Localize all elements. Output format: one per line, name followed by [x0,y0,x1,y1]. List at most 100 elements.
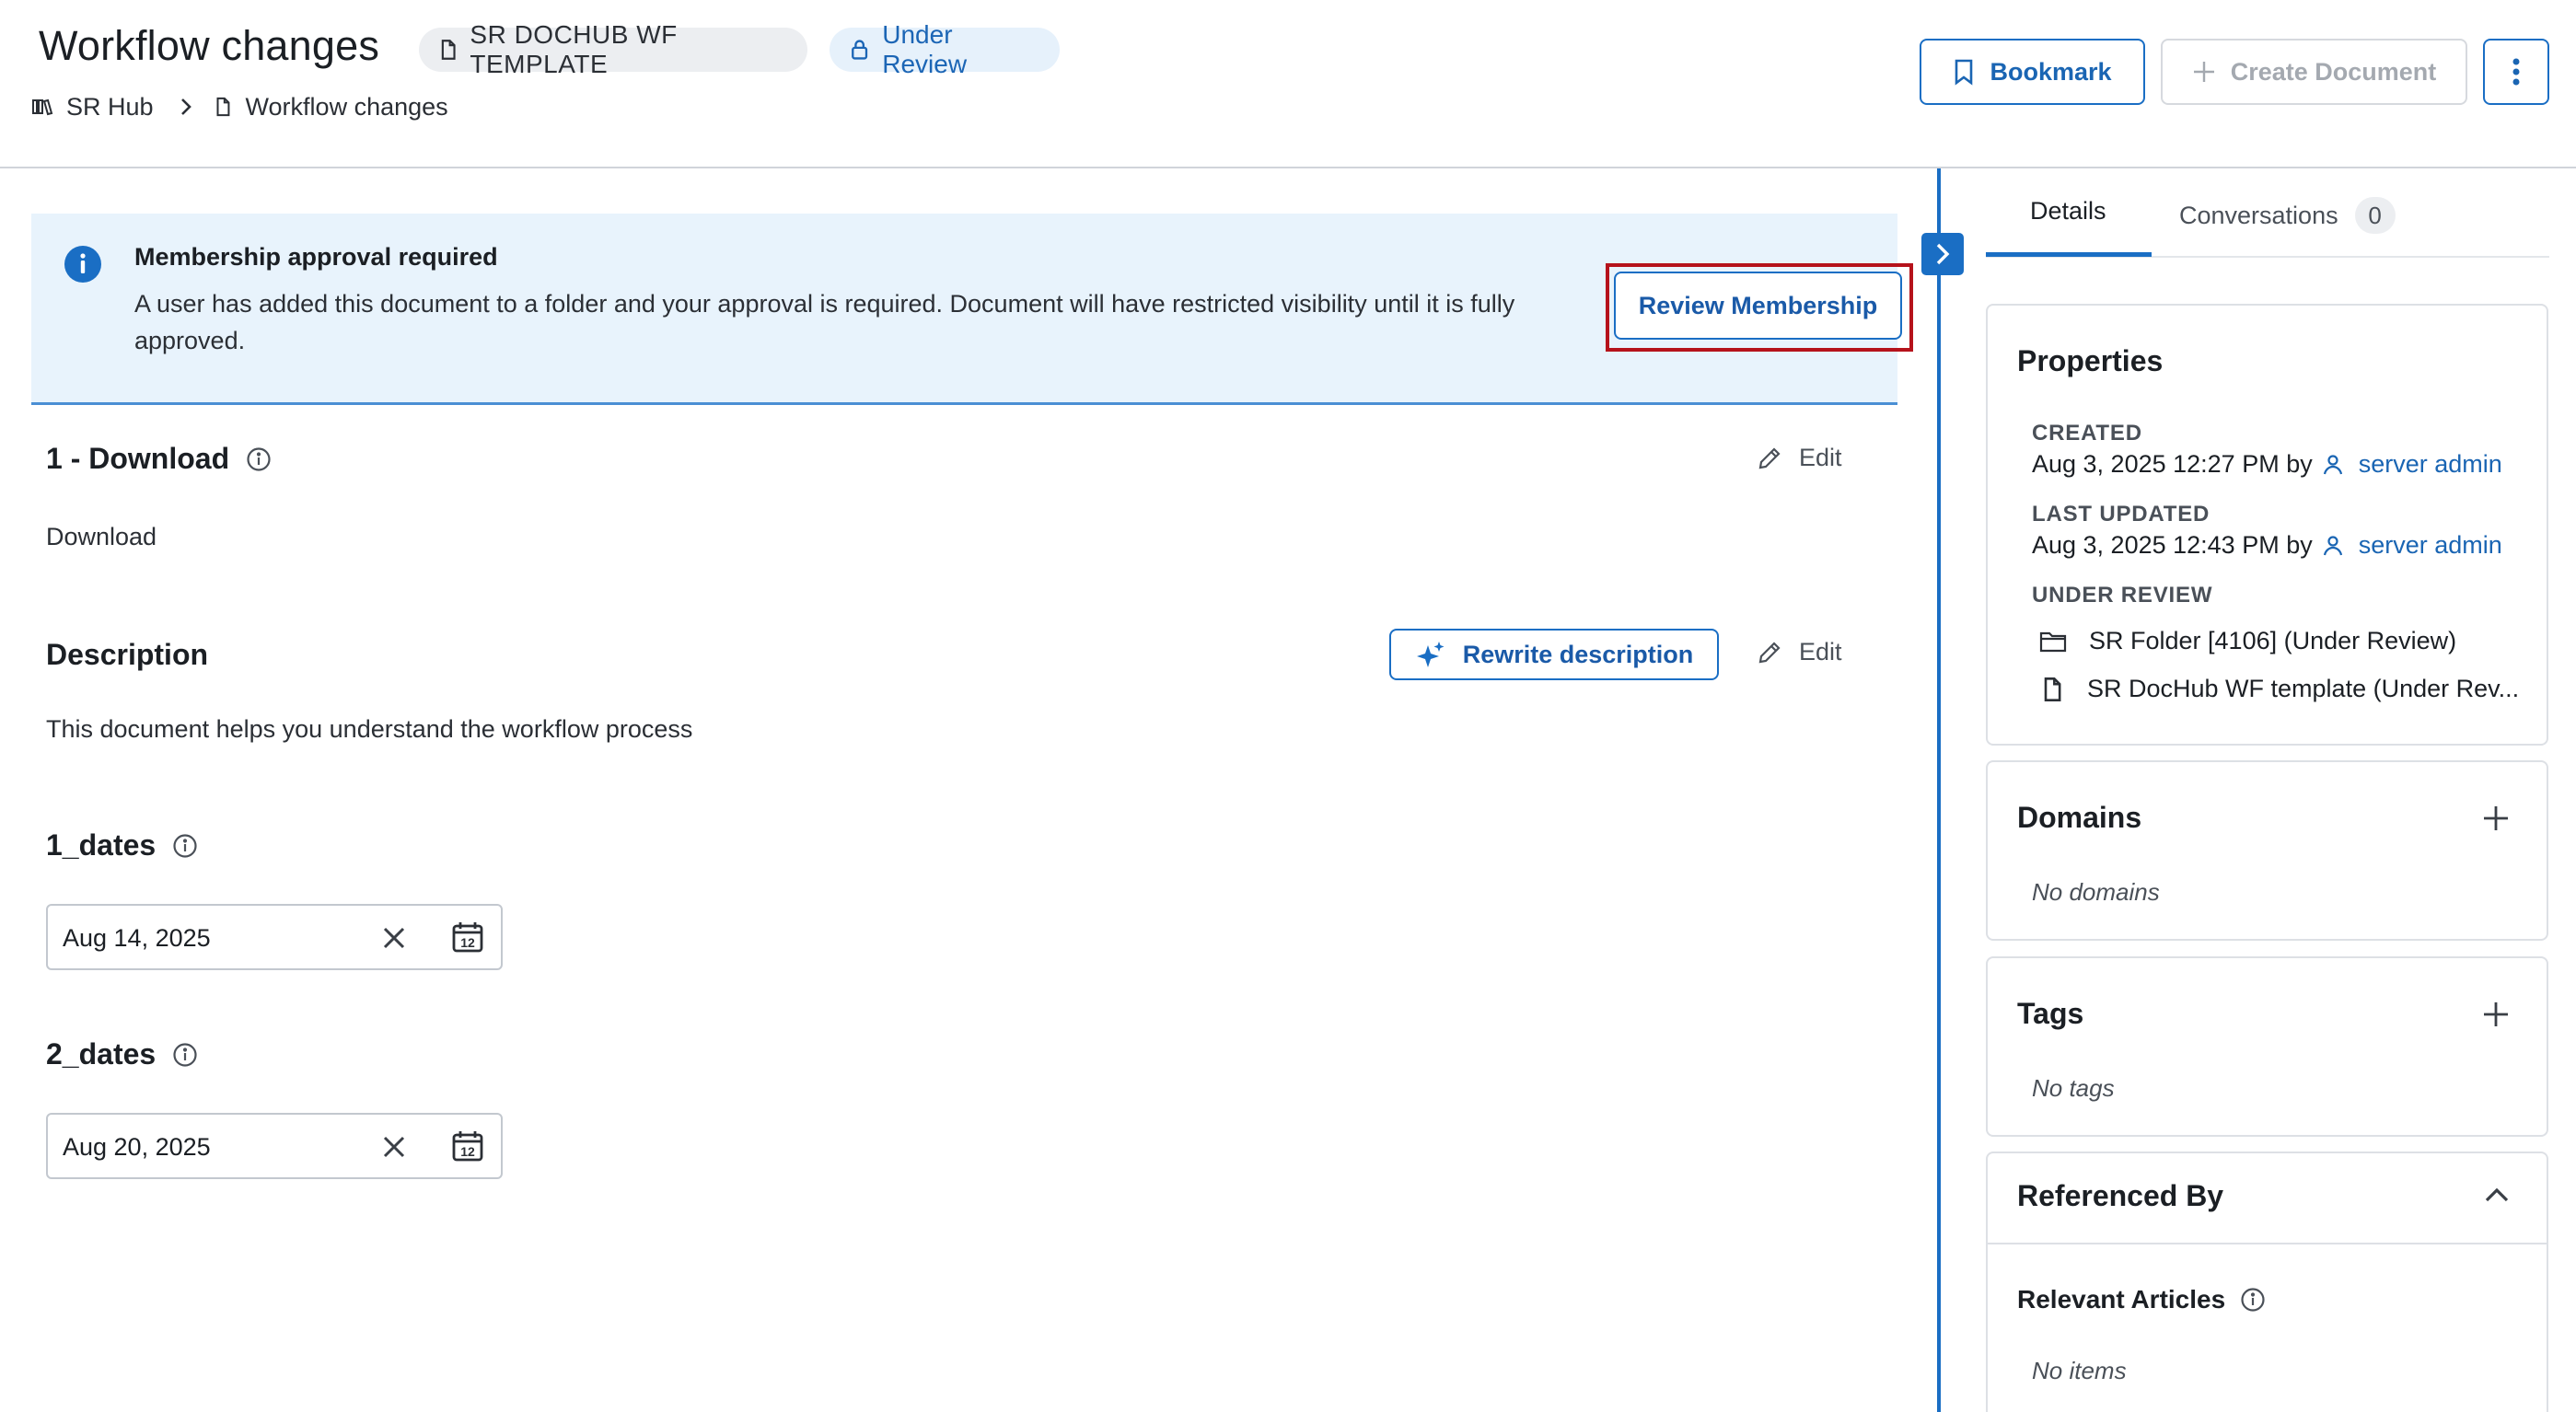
template-chip-label: SR DOCHUB WF TEMPLATE [470,20,678,78]
template-chip[interactable]: SR DOCHUB WF TEMPLATE [419,20,807,78]
download-edit-button[interactable]: Edit [1757,444,1842,472]
dates2-section-title: 2_dates [46,1037,198,1071]
updated-label: LAST UPDATED [2032,502,2210,527]
updated-value: Aug 3, 2025 12:43 PM by server admin [2032,531,2502,560]
updated-by-link[interactable]: server admin [2359,531,2502,560]
download-value: Download [46,523,157,550]
svg-text:12: 12 [460,1144,475,1159]
tab-conversations[interactable]: Conversations 0 [2179,197,2396,234]
breadcrumb-root[interactable]: SR Hub [66,93,154,122]
review-item-template[interactable]: SR DocHub WF template (Under Rev... [2039,675,2519,703]
dates2-title-label: 2_dates [46,1037,157,1071]
chevron-right-icon [1936,243,1950,265]
chevron-up-icon[interactable] [2484,1186,2510,1203]
bookmark-icon [1955,59,1973,86]
properties-title: Properties [2017,344,2164,377]
status-chip[interactable]: Under Review [830,20,1060,78]
domains-card: Domains No domains [1986,760,2548,941]
description-section-title: Description [46,638,208,672]
clear-icon[interactable] [379,923,409,953]
pencil-icon [1758,446,1781,469]
kebab-menu-icon [2512,58,2520,86]
page-header: Workflow changes SR DOCHUB WF TEMPLATE U… [0,0,2576,168]
created-label: CREATED [2032,421,2142,446]
dates2-date-value: Aug 20, 2025 [63,1133,211,1161]
tags-card: Tags No tags [1986,956,2548,1137]
dates1-section-title: 1_dates [46,828,198,862]
card-divider [1988,1243,2547,1244]
create-document-button[interactable]: Create Document [2161,39,2467,105]
tags-title: Tags [2017,997,2084,1030]
properties-card: Properties CREATED Aug 3, 2025 12:27 PM … [1986,304,2548,746]
chevron-right-icon [180,98,191,115]
info-outline-icon[interactable] [172,1042,198,1068]
dates1-title-label: 1_dates [46,828,157,862]
sparkle-icon [1416,642,1445,667]
dates2-date-input[interactable]: Aug 20, 2025 12 [46,1113,503,1179]
domains-title: Domains [2017,801,2142,834]
relevant-articles-label: Relevant Articles [2017,1285,2226,1314]
review-item-folder[interactable]: SR Folder [4106] (Under Review) [2039,627,2456,655]
domains-empty: No domains [2032,878,2160,906]
created-by-link[interactable]: server admin [2359,450,2502,479]
relevant-articles-empty: No items [2032,1357,2127,1384]
pencil-icon [1758,641,1781,663]
review-membership-button[interactable]: Review Membership [1614,272,1902,340]
conversations-count-badge: 0 [2354,197,2396,234]
bookmark-button[interactable]: Bookmark [1920,39,2145,105]
membership-banner: Membership approval required A user has … [31,214,1913,405]
review-item-folder-label: SR Folder [4106] (Under Review) [2089,627,2457,654]
tags-empty: No tags [2032,1074,2115,1102]
dates1-date-input[interactable]: Aug 14, 2025 12 [46,904,503,970]
bookmark-label: Bookmark [1990,57,2112,86]
referenced-by-title: Referenced By [2017,1179,2224,1212]
tab-details[interactable]: Details [2030,197,2106,226]
banner-text: A user has added this document to a fold… [134,290,1515,354]
edit-label: Edit [1799,638,1842,665]
dates1-date-value: Aug 14, 2025 [63,924,211,952]
rewrite-description-button[interactable]: Rewrite description [1389,629,1719,680]
created-value: Aug 3, 2025 12:27 PM by server admin [2032,450,2502,479]
created-date: Aug 3, 2025 12:27 PM by [2032,450,2313,478]
add-domain-icon[interactable] [2482,804,2510,832]
create-document-label: Create Document [2230,57,2437,86]
document-icon [216,97,229,117]
relevant-articles-title: Relevant Articles [2017,1285,2266,1314]
breadcrumb: SR Hub Workflow changes [31,88,448,125]
user-icon [2323,535,2342,555]
under-review-label: UNDER REVIEW [2032,583,2213,608]
calendar-icon[interactable]: 12 [451,920,484,954]
folder-icon [2039,631,2067,652]
svg-text:12: 12 [460,935,475,950]
download-section-title: 1 - Download [46,442,272,476]
description-edit-button[interactable]: Edit [1757,638,1842,666]
page-title: Workflow changes [39,22,380,69]
info-outline-icon[interactable] [246,446,272,472]
description-title-label: Description [46,638,209,671]
document-icon [441,40,456,60]
referenced-by-card: Referenced By Relevant Articles No items [1986,1152,2548,1412]
add-tag-icon[interactable] [2482,1001,2510,1028]
user-icon [2323,454,2342,474]
download-title-label: 1 - Download [46,442,230,475]
clear-icon[interactable] [379,1132,409,1162]
updated-date: Aug 3, 2025 12:43 PM by [2032,531,2313,559]
info-outline-icon[interactable] [172,833,198,859]
review-item-template-label: SR DocHub WF template (Under Rev... [2087,675,2520,702]
rewrite-description-label: Rewrite description [1462,640,1694,668]
tab-conversations-label: Conversations [2179,201,2338,229]
document-icon [2044,677,2061,701]
plus-icon [2193,62,2214,82]
breadcrumb-current[interactable]: Workflow changes [246,93,448,122]
tab-details-label: Details [2030,197,2106,225]
active-tab-indicator [1986,252,2152,257]
collapse-panel-button[interactable] [1921,233,1964,275]
library-icon [32,98,53,116]
more-options-button[interactable] [2483,39,2549,105]
description-value: This document helps you understand the w… [46,715,693,743]
status-chip-label: Under Review [882,20,968,78]
panel-divider[interactable] [1937,168,1941,1412]
banner-title: Membership approval required [134,243,498,271]
calendar-icon[interactable]: 12 [451,1129,484,1163]
info-outline-icon[interactable] [2240,1287,2266,1313]
